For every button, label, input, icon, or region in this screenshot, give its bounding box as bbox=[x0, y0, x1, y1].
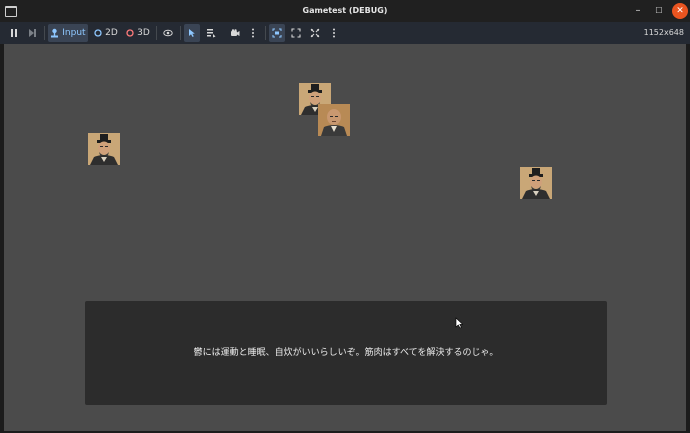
embed-window-button[interactable] bbox=[269, 24, 285, 42]
samurai-portrait-sprite[interactable] bbox=[520, 167, 552, 199]
more-options-button[interactable] bbox=[246, 24, 260, 42]
kebab-menu-icon bbox=[252, 28, 254, 37]
pause-button[interactable] bbox=[6, 24, 22, 42]
window-options-button[interactable] bbox=[327, 24, 341, 42]
mode-2d-label: 2D bbox=[105, 28, 118, 38]
input-toggle[interactable]: Input bbox=[48, 24, 88, 42]
toolbar-separator bbox=[156, 26, 157, 40]
mode-3d-label: 3D bbox=[137, 28, 150, 38]
window-titlebar[interactable]: Gametest (DEBUG) – ☐ ✕ bbox=[0, 0, 690, 22]
select-tool-button[interactable] bbox=[184, 24, 200, 42]
list-select-button[interactable] bbox=[203, 24, 219, 42]
mode-2d-button[interactable]: 2D bbox=[92, 24, 120, 42]
list-icon bbox=[207, 28, 216, 37]
game-toolbar: Input 2D 3D 1152x648 bbox=[0, 22, 690, 44]
monk-portrait-sprite[interactable] bbox=[318, 104, 350, 136]
circle-3d-icon bbox=[126, 28, 134, 37]
circle-2d-icon bbox=[94, 28, 102, 37]
toolbar-separator bbox=[44, 26, 45, 40]
expand-arrows-icon bbox=[310, 28, 320, 37]
dialog-box[interactable]: 鬱には運動と睡眠、自炊がいいらしいぞ。筋肉はすべてを解決するのじゃ。 bbox=[85, 301, 607, 405]
minimize-button[interactable]: – bbox=[630, 3, 646, 19]
eye-icon bbox=[163, 29, 173, 36]
cursor-arrow-icon bbox=[189, 28, 195, 37]
visibility-button[interactable] bbox=[160, 24, 176, 42]
toolbar-separator bbox=[265, 26, 266, 40]
resolution-readout: 1152x648 bbox=[643, 28, 684, 37]
stretch-button[interactable] bbox=[307, 24, 323, 42]
mode-3d-button[interactable]: 3D bbox=[124, 24, 152, 42]
samurai-portrait-sprite[interactable] bbox=[88, 133, 120, 165]
close-button[interactable]: ✕ bbox=[672, 3, 688, 19]
camera-icon bbox=[231, 28, 240, 36]
toolbar-separator bbox=[180, 26, 181, 40]
next-frame-icon bbox=[29, 28, 36, 37]
dialog-text: 鬱には運動と睡眠、自炊がいいらしいぞ。筋肉はすべてを解決するのじゃ。 bbox=[193, 348, 499, 358]
mouse-cursor-icon bbox=[455, 317, 463, 329]
embed-window-icon bbox=[272, 28, 282, 37]
pause-icon bbox=[11, 28, 17, 37]
maximize-button[interactable]: ☐ bbox=[651, 3, 667, 19]
input-label: Input bbox=[62, 28, 86, 38]
kebab-menu-icon bbox=[333, 28, 335, 37]
camera-override-button[interactable] bbox=[227, 24, 243, 42]
window-title: Gametest (DEBUG) bbox=[302, 6, 388, 15]
expand-corners-icon bbox=[291, 27, 301, 38]
next-frame-button[interactable] bbox=[24, 24, 40, 42]
joystick-icon bbox=[51, 28, 59, 37]
keep-aspect-button[interactable] bbox=[288, 24, 304, 42]
